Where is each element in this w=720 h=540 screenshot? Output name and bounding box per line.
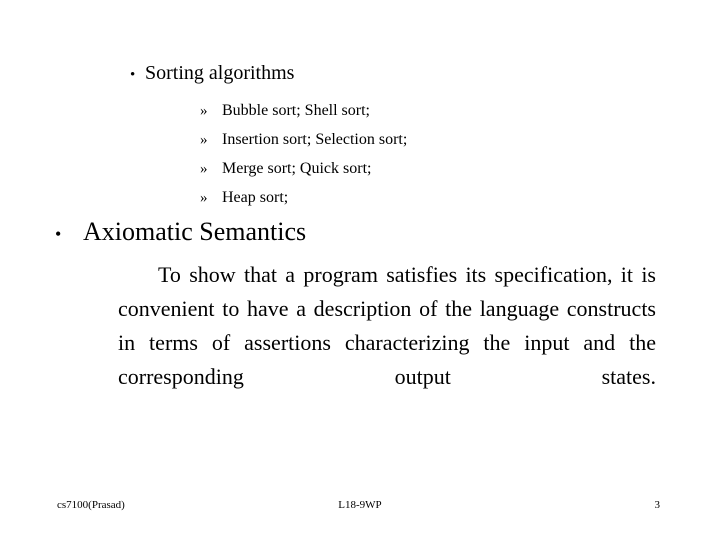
list-item: » Insertion sort; Selection sort; [200, 125, 407, 154]
list-item-label: Heap sort; [222, 189, 289, 206]
topic-heading-label: Sorting algorithms [145, 62, 295, 84]
bullet-dot-icon: • [55, 224, 62, 244]
bullet-axiomatic-semantics: • Axiomatic Semantics [55, 216, 306, 250]
double-chevron-icon: » [200, 132, 208, 148]
sorting-algorithms-sublist: » Bubble sort; Shell sort; » Insertion s… [200, 96, 407, 212]
list-item-label: Merge sort; Quick sort; [222, 160, 372, 177]
double-chevron-icon: » [200, 103, 208, 119]
list-item: » Bubble sort; Shell sort; [200, 96, 407, 125]
footer-lecture-label: L18-9WP [338, 499, 382, 511]
list-item-label: Insertion sort; Selection sort; [222, 131, 408, 148]
footer-page-number: 3 [654, 499, 661, 511]
bullet-sorting-algorithms: • Sorting algorithms [130, 60, 294, 88]
section-heading-label: Axiomatic Semantics [83, 217, 307, 246]
double-chevron-icon: » [200, 190, 208, 206]
bullet-dot-icon: • [130, 67, 136, 83]
double-chevron-icon: » [200, 161, 208, 177]
list-item: » Merge sort; Quick sort; [200, 154, 407, 183]
list-item: » Heap sort; [200, 183, 407, 212]
list-item-label: Bubble sort; Shell sort; [222, 102, 370, 119]
slide-canvas: • Sorting algorithms » Bubble sort; Shel… [0, 0, 720, 540]
body-paragraph: To show that a program satisfies its spe… [118, 262, 656, 389]
slide-footer: cs7100(Prasad) L18-9WP 3 [0, 495, 720, 515]
